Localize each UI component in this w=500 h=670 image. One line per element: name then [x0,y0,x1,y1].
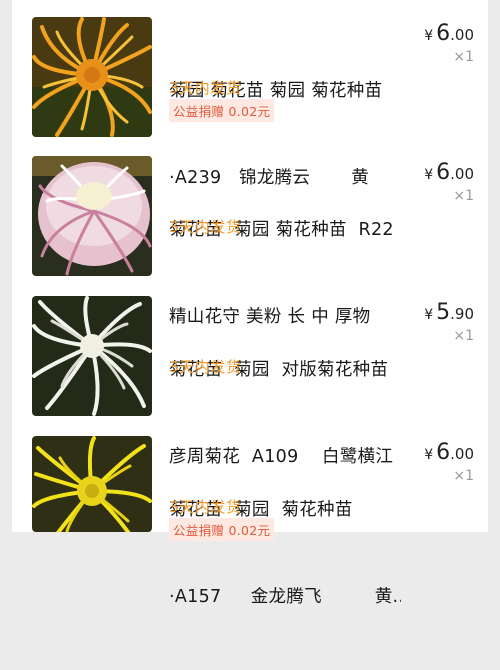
product-price: ¥5.90 [424,300,474,325]
product-title[interactable]: 菊花苗 菊园 菊花种苗 ·A157 金龙腾飞 黄... [169,438,401,670]
shipping-time: 3天内发货 [169,218,242,236]
order-item-list: 菊园 菊花苗 菊园 菊花种苗 ·A239 锦龙腾云 黄 3天内发货 公益捐赠 0… [12,0,488,607]
shipping-time: 3天内发货 [169,498,242,516]
product-price: ¥6.00 [424,440,474,465]
product-price: ¥6.00 [424,21,474,46]
product-quantity: ×1 [453,188,474,204]
product-thumbnail-pink-chrysanthemum[interactable] [32,156,152,276]
product-thumbnail-white-chrysanthemum[interactable] [32,296,152,416]
shipping-time: 3天内发货 [169,358,242,376]
order-item[interactable]: 菊花苗 菊园 菊花种苗 ·A157 金龙腾飞 黄... 3天内发货 公益捐赠 0… [12,436,488,607]
product-quantity: ×1 [453,49,474,65]
product-quantity: ×1 [453,328,474,344]
charity-badge: 公益捐赠 0.02元 [169,99,275,122]
order-item[interactable]: 菊园 菊花苗 菊园 菊花种苗 ·A239 锦龙腾云 黄 3天内发货 公益捐赠 0… [12,17,488,188]
product-thumbnail-orange-chrysanthemum[interactable] [32,17,152,137]
product-title-line: ·A157 金龙腾飞 黄... [169,587,401,607]
price-integer: 6 [436,21,451,46]
shipping-time: 3天内发货 [169,79,242,97]
price-currency: ¥ [424,28,434,44]
price-decimal: .00 [450,165,474,183]
price-integer: 5 [436,300,451,325]
price-decimal: .00 [450,26,474,44]
price-integer: 6 [436,160,451,185]
price-currency: ¥ [424,447,434,463]
product-thumbnail-yellow-chrysanthemum[interactable] [32,436,152,532]
price-decimal: .90 [450,305,474,323]
price-decimal: .00 [450,445,474,463]
product-quantity: ×1 [453,468,474,484]
order-item[interactable]: 菊花苗 菊园 菊花种苗 R22 精山花守 美粉 长 中 厚物 3天内发货 ¥6.… [12,156,488,327]
charity-badge: 公益捐赠 0.02元 [169,518,275,541]
price-integer: 6 [436,440,451,465]
product-price: ¥6.00 [424,160,474,185]
price-currency: ¥ [424,167,434,183]
order-item[interactable]: 菊花苗 菊园 对版菊花种苗 彦周菊花 A109 白鹭横江 3天内发货 ¥5.90… [12,296,488,467]
price-currency: ¥ [424,307,434,323]
